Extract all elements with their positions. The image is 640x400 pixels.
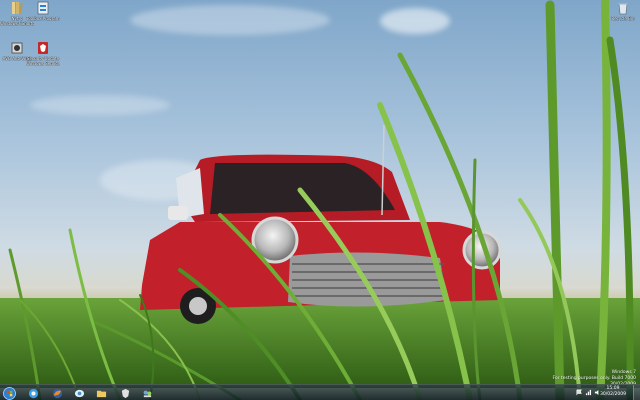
show-desktop-button[interactable] [633,385,640,400]
desktop-icon-security[interactable]: Security Update Windows Service [26,40,60,66]
app-icon [11,42,23,54]
taskbar-firefox[interactable] [48,386,66,400]
start-button[interactable] [2,386,16,400]
wallpaper [0,0,640,400]
firefox-icon [52,388,62,398]
hubcap [189,297,207,315]
icon-label: Recycle Bin [611,16,635,21]
desktop-icon-recycle-bin[interactable]: Recycle Bin [606,0,640,21]
system-tray[interactable]: 15:09 30/02/2009 [570,385,640,400]
network-status-icon[interactable] [585,389,592,396]
clock-date: 30/02/2009 [600,392,626,397]
live-icon [74,389,84,397]
taskbar-explorer[interactable] [92,386,110,400]
field [0,298,640,388]
taskbar-network[interactable] [138,386,156,400]
clock[interactable]: 15:09 30/02/2009 [600,386,626,398]
library-icon [12,2,23,15]
icon-label: Toolbox Program [26,16,60,21]
taskbar-security[interactable] [116,386,134,400]
folder-icon [96,390,106,397]
ie-icon [28,388,38,398]
taskbar-ie[interactable] [24,386,42,400]
program-icon [37,1,49,15]
recycle-bin-icon [618,3,628,15]
desktop-icon-program[interactable]: Toolbox Program [26,0,60,21]
taskbar[interactable]: 15:09 30/02/2009 [0,384,640,400]
network-icon [143,390,151,397]
windows-orb-icon [2,386,16,400]
flag-icon[interactable] [576,389,583,396]
icon-label: Windows7.Shortcut [0,21,34,26]
shield-icon [121,388,129,398]
shield-icon [38,42,48,54]
desktop[interactable]: Nytro Windows7.Shortcut Toolbox Program … [0,0,640,400]
icon-label: Windows Service [26,61,60,66]
side-mirror [168,206,188,220]
taskbar-live[interactable] [70,386,88,400]
